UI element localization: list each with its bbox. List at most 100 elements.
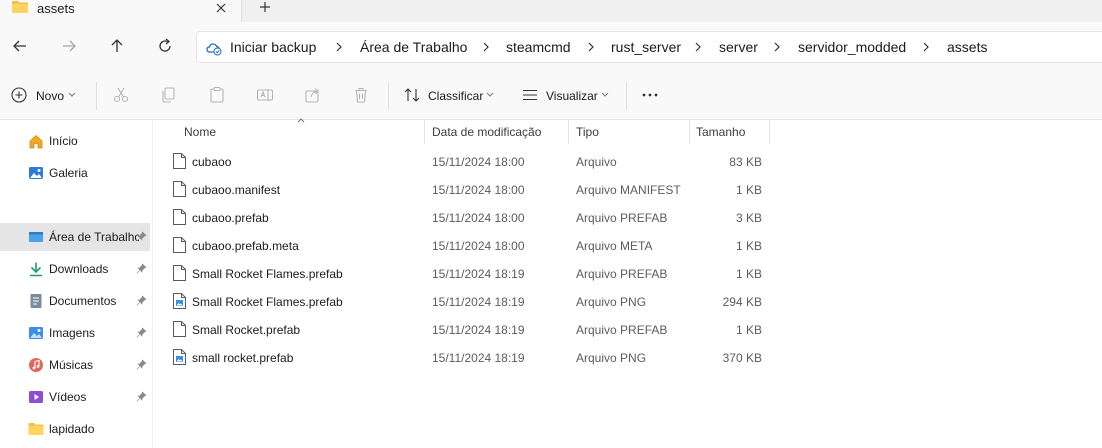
column-divider[interactable] — [689, 120, 690, 144]
sidebar-item-imagens[interactable]: Imagens — [0, 319, 150, 347]
chevron-right-icon[interactable] — [693, 41, 703, 53]
file-date: 15/11/2024 18:19 — [432, 323, 525, 337]
view-label: Visualizar — [546, 89, 598, 103]
file-row[interactable]: cubaoo.prefab.meta 15/11/2024 18:00 Arqu… — [153, 232, 1102, 260]
new-tab-icon[interactable] — [258, 0, 272, 14]
file-size: 1 KB — [735, 323, 762, 337]
sidebar-item-galeria[interactable]: Galeria — [0, 159, 150, 187]
file-icon — [173, 153, 186, 169]
sidebar-item-documentos[interactable]: Documentos — [0, 287, 150, 315]
file-date: 15/11/2024 18:00 — [432, 211, 525, 225]
sort-ascending-icon — [297, 118, 305, 123]
sort-icon — [404, 88, 420, 102]
delete-icon[interactable] — [352, 86, 370, 104]
sidebar-item-musicas[interactable]: Músicas — [0, 351, 150, 379]
cloud-backup-icon — [206, 43, 222, 56]
more-options-icon[interactable] — [641, 86, 659, 104]
sort-button[interactable]: Classificar — [398, 78, 500, 112]
command-bar: Novo Classificar Visualizar — [0, 70, 1102, 120]
share-icon[interactable] — [304, 86, 322, 104]
file-size: 294 KB — [722, 295, 762, 309]
file-size: 1 KB — [735, 267, 762, 281]
desktop-icon — [29, 232, 43, 242]
breadcrumb-servidor-modded[interactable]: servidor_modded — [798, 39, 906, 55]
column-divider[interactable] — [568, 120, 569, 144]
file-icon — [173, 321, 186, 337]
column-header-row: Nome Data de modificação Tipo Tamanho — [153, 118, 1102, 144]
tab-title: assets — [37, 1, 75, 16]
sidebar-item-lapidado[interactable]: lapidado — [0, 415, 150, 443]
file-type: Arquivo PREFAB — [576, 211, 668, 225]
image-file-icon — [173, 293, 186, 309]
file-icon — [173, 237, 186, 253]
file-row[interactable]: cubaoo 15/11/2024 18:00 Arquivo 83 KB — [153, 148, 1102, 176]
file-date: 15/11/2024 18:19 — [432, 351, 525, 365]
chevron-right-icon[interactable] — [772, 41, 782, 53]
address-bar[interactable]: Iniciar backup Área de Trabalho steamcmd… — [196, 31, 1102, 63]
column-header-date[interactable]: Data de modificação — [432, 125, 541, 139]
sidebar-item-area-de-trabalho[interactable]: Área de Trabalho — [0, 223, 150, 251]
file-size: 1 KB — [735, 183, 762, 197]
file-row[interactable]: Small Rocket.prefab 15/11/2024 18:19 Arq… — [153, 316, 1102, 344]
refresh-icon[interactable] — [155, 36, 175, 56]
sidebar-item-downloads[interactable]: Downloads — [0, 255, 150, 283]
file-size: 1 KB — [735, 239, 762, 253]
breadcrumb-steamcmd[interactable]: steamcmd — [506, 39, 571, 55]
file-name: cubaoo.prefab.meta — [192, 239, 299, 253]
view-list-icon — [523, 89, 537, 101]
file-size: 370 KB — [722, 351, 762, 365]
file-row[interactable]: small rocket.prefab 15/11/2024 18:19 Arq… — [153, 344, 1102, 372]
chevron-right-icon[interactable] — [921, 41, 931, 53]
file-date: 15/11/2024 18:19 — [432, 295, 525, 309]
new-button[interactable]: Novo — [6, 78, 86, 112]
copy-icon[interactable] — [160, 86, 178, 104]
pin-icon[interactable] — [136, 295, 147, 306]
breadcrumb-iniciar-backup[interactable]: Iniciar backup — [230, 39, 316, 55]
close-icon[interactable] — [214, 1, 228, 15]
breadcrumb-assets[interactable]: assets — [947, 39, 987, 55]
pin-icon[interactable] — [136, 327, 147, 338]
breadcrumb-server[interactable]: server — [719, 39, 758, 55]
up-arrow-icon[interactable] — [107, 36, 127, 56]
column-divider[interactable] — [769, 120, 770, 144]
pin-icon[interactable] — [136, 359, 147, 370]
tab-bar: assets — [0, 0, 1102, 22]
column-divider[interactable] — [424, 120, 425, 144]
file-row[interactable]: cubaoo.prefab 15/11/2024 18:00 Arquivo P… — [153, 204, 1102, 232]
music-icon — [29, 358, 43, 372]
paste-icon[interactable] — [208, 86, 226, 104]
forward-arrow-icon[interactable] — [59, 36, 79, 56]
tab-assets[interactable]: assets — [0, 0, 242, 22]
chevron-right-icon[interactable] — [586, 41, 596, 53]
new-label: Novo — [36, 89, 65, 103]
image-file-icon — [173, 349, 186, 365]
file-row[interactable]: Small Rocket Flames.prefab 15/11/2024 18… — [153, 260, 1102, 288]
file-row[interactable]: Small Rocket Flames.prefab 15/11/2024 18… — [153, 288, 1102, 316]
file-type: Arquivo — [576, 155, 617, 169]
sidebar-item-inicio[interactable]: Início — [0, 127, 150, 155]
pin-icon[interactable] — [136, 391, 147, 402]
file-date: 15/11/2024 18:19 — [432, 267, 525, 281]
breadcrumb-rust-server[interactable]: rust_server — [611, 39, 681, 55]
view-button[interactable]: Visualizar — [516, 78, 616, 112]
folder-icon — [12, 1, 28, 13]
chevron-right-icon[interactable] — [334, 41, 344, 53]
rename-icon[interactable] — [256, 86, 274, 104]
pin-icon[interactable] — [136, 263, 147, 274]
file-name: cubaoo — [192, 155, 232, 169]
column-header-size[interactable]: Tamanho — [696, 125, 745, 139]
sidebar-item-videos[interactable]: Vídeos — [0, 383, 150, 411]
chevron-right-icon[interactable] — [481, 41, 491, 53]
file-size: 83 KB — [729, 155, 762, 169]
sort-label: Classificar — [428, 89, 484, 103]
file-date: 15/11/2024 18:00 — [432, 155, 525, 169]
pin-icon[interactable] — [136, 231, 147, 242]
chevron-down-icon — [68, 92, 76, 97]
column-header-type[interactable]: Tipo — [576, 125, 599, 139]
file-icon — [173, 265, 186, 281]
file-row[interactable]: cubaoo.manifest 15/11/2024 18:00 Arquivo… — [153, 176, 1102, 204]
column-header-name[interactable]: Nome — [184, 125, 216, 139]
back-arrow-icon[interactable] — [10, 36, 30, 56]
cut-icon[interactable] — [112, 86, 130, 104]
breadcrumb-area-de-trabalho[interactable]: Área de Trabalho — [360, 39, 467, 55]
